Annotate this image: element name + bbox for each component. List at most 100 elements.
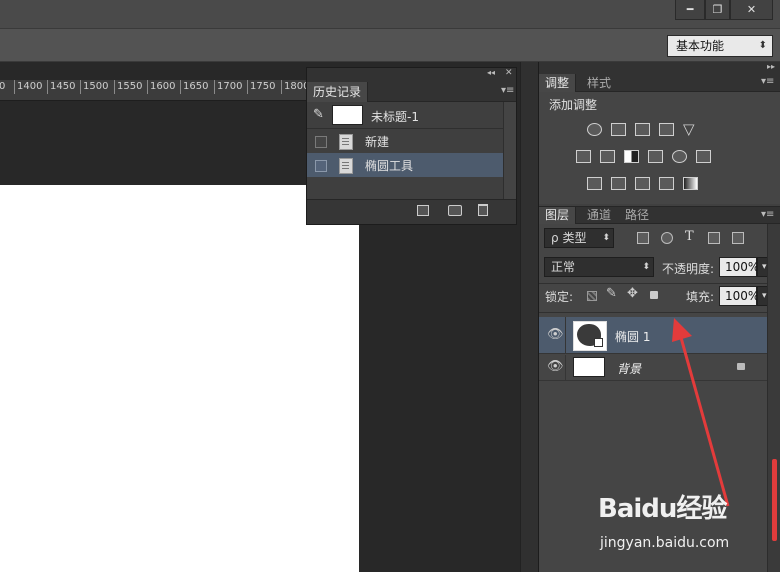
tab-paths[interactable]: 路径 — [619, 207, 655, 224]
opacity-field[interactable]: 100% — [719, 257, 759, 277]
arrow-shaft — [678, 333, 730, 507]
ruler-tick: 1700 — [214, 80, 242, 94]
scroll-thumb[interactable] — [772, 459, 777, 541]
annotation-arrow — [672, 318, 730, 507]
ruler-tick: 1600 — [147, 80, 175, 94]
workspace-switcher[interactable]: 基本功能 ⬍ — [667, 35, 773, 57]
layer-filter-label: 类型 — [562, 231, 587, 245]
tab-history[interactable]: 历史记录 — [307, 82, 369, 102]
gradient-map-icon[interactable] — [683, 177, 698, 190]
ruler-tick: 1450 — [47, 80, 75, 94]
layer-thumbnail — [573, 321, 607, 351]
visibility-eye-icon[interactable]: 👁 — [547, 327, 564, 342]
panel-menu-icon[interactable]: ▾≡ — [761, 76, 774, 87]
history-tab-bar: 历史记录 ▾≡ — [307, 82, 516, 102]
history-item-selected[interactable]: 椭圆工具 — [307, 153, 503, 177]
baidu-watermark: Baidu经验 jingyan.baidu.com — [590, 488, 760, 558]
layer-name[interactable]: 背景 — [617, 360, 641, 377]
lock-move-icon[interactable]: ✥ — [627, 286, 638, 301]
history-brush-icon: ✎ — [313, 107, 324, 122]
panel-header-strip: ◂◂ ✕ — [307, 68, 516, 82]
snapshot-camera-icon[interactable] — [448, 205, 462, 216]
ruler-tick: 1800 — [281, 80, 306, 94]
restore-button[interactable]: ❐ — [705, 0, 730, 20]
threshold-icon[interactable] — [635, 177, 650, 190]
color-balance-icon[interactable] — [600, 150, 615, 163]
arrow-head — [672, 318, 692, 342]
collapse-icon[interactable]: ◂◂ — [487, 68, 495, 77]
filter-shape-icon[interactable] — [708, 232, 720, 244]
divider — [539, 283, 780, 284]
history-item[interactable]: 新建 — [307, 129, 503, 153]
filter-smart-object-icon[interactable] — [732, 232, 744, 244]
history-snapshot[interactable]: ✎ 未标题-1 — [307, 103, 503, 129]
panel-menu-icon[interactable]: ▾≡ — [761, 209, 774, 220]
divider — [565, 317, 566, 354]
tab-channels[interactable]: 通道 — [581, 207, 617, 224]
hue-saturation-icon[interactable] — [576, 150, 591, 163]
snapshot-label: 未标题-1 — [371, 110, 419, 124]
layers-tab-bar: 图层 通道 路径 ▾≡ — [539, 206, 780, 224]
layers-scrollbar[interactable] — [767, 224, 780, 572]
history-scrollbar[interactable] — [503, 102, 516, 199]
visibility-eye-icon[interactable]: 👁 — [547, 359, 564, 374]
adjustments-body: 添加调整 ▽ — [539, 92, 780, 204]
options-bar — [0, 29, 780, 62]
ruler-tick: 1400 — [14, 80, 42, 94]
photo-filter-icon[interactable] — [648, 150, 663, 163]
opacity-label: 不透明度: — [662, 262, 715, 276]
color-lookup-icon[interactable] — [696, 150, 711, 163]
fill-label: 填充: — [686, 290, 715, 304]
title-bar: ━ ❐ ✕ — [0, 0, 780, 29]
filter-adjustment-icon[interactable] — [661, 232, 673, 244]
exposure-icon[interactable] — [659, 123, 674, 136]
adjustments-title: 添加调整 — [549, 98, 598, 112]
invert-icon[interactable] — [587, 177, 602, 190]
expand-icon[interactable]: ▸▸ — [767, 62, 775, 71]
blend-mode-select[interactable]: 正常 ⬍ — [544, 257, 654, 277]
levels-icon[interactable] — [611, 123, 626, 136]
new-document-from-state-icon[interactable] — [417, 205, 429, 216]
ruler-tick: 1750 — [247, 80, 275, 94]
vibrance-icon[interactable]: ▽ — [683, 120, 695, 138]
layer-thumbnail — [573, 357, 605, 377]
trash-icon[interactable] — [478, 204, 488, 216]
lock-transparent-icon[interactable] — [587, 291, 597, 301]
selective-color-icon[interactable] — [659, 177, 674, 190]
black-white-icon[interactable] — [624, 150, 639, 163]
dock-header-strip: ▸▸ — [539, 62, 780, 74]
posterize-icon[interactable] — [611, 177, 626, 190]
layer-filter-kind[interactable]: ρ 类型 ⬍ — [544, 228, 614, 248]
history-state-checkbox[interactable] — [315, 136, 327, 148]
layer-name[interactable]: 椭圆 1 — [615, 328, 650, 345]
tab-adjustments[interactable]: 调整 — [539, 74, 577, 92]
history-state-icon — [339, 158, 353, 174]
lock-all-icon[interactable] — [650, 291, 658, 299]
filter-pixel-icon[interactable] — [637, 232, 649, 244]
document-canvas[interactable] — [0, 185, 359, 572]
watermark-brand: Baidu经验 — [598, 494, 727, 524]
workspace-label: 基本功能 — [676, 39, 725, 53]
panel-menu-icon[interactable]: ▾≡ — [501, 85, 514, 96]
tab-styles[interactable]: 样式 — [581, 74, 617, 92]
ruler-tick: 1500 — [80, 80, 108, 94]
horizontal-ruler[interactable]: 0 1400 1450 1500 1550 1600 1650 1700 175… — [0, 80, 306, 101]
minimize-button[interactable]: ━ — [675, 0, 705, 20]
history-footer — [307, 199, 516, 224]
document-vertical-scrollbar[interactable] — [520, 62, 538, 572]
dropdown-arrow-icon: ⬍ — [602, 233, 610, 243]
history-item-label: 椭圆工具 — [365, 159, 414, 173]
history-state-checkbox[interactable] — [315, 160, 327, 172]
close-icon[interactable]: ✕ — [505, 68, 513, 78]
channel-mixer-icon[interactable] — [672, 150, 687, 163]
lock-label: 锁定: — [545, 290, 574, 304]
brightness-contrast-icon[interactable] — [587, 123, 602, 136]
fill-field[interactable]: 100% — [719, 286, 759, 306]
snapshot-thumbnail — [332, 105, 363, 125]
curves-icon[interactable] — [635, 123, 650, 136]
filter-type-icon[interactable]: T — [685, 229, 694, 244]
search-icon: ρ — [551, 231, 559, 245]
tab-layers[interactable]: 图层 — [539, 207, 577, 224]
close-button[interactable]: ✕ — [730, 0, 773, 20]
lock-brush-icon[interactable]: ✎ — [606, 286, 617, 301]
